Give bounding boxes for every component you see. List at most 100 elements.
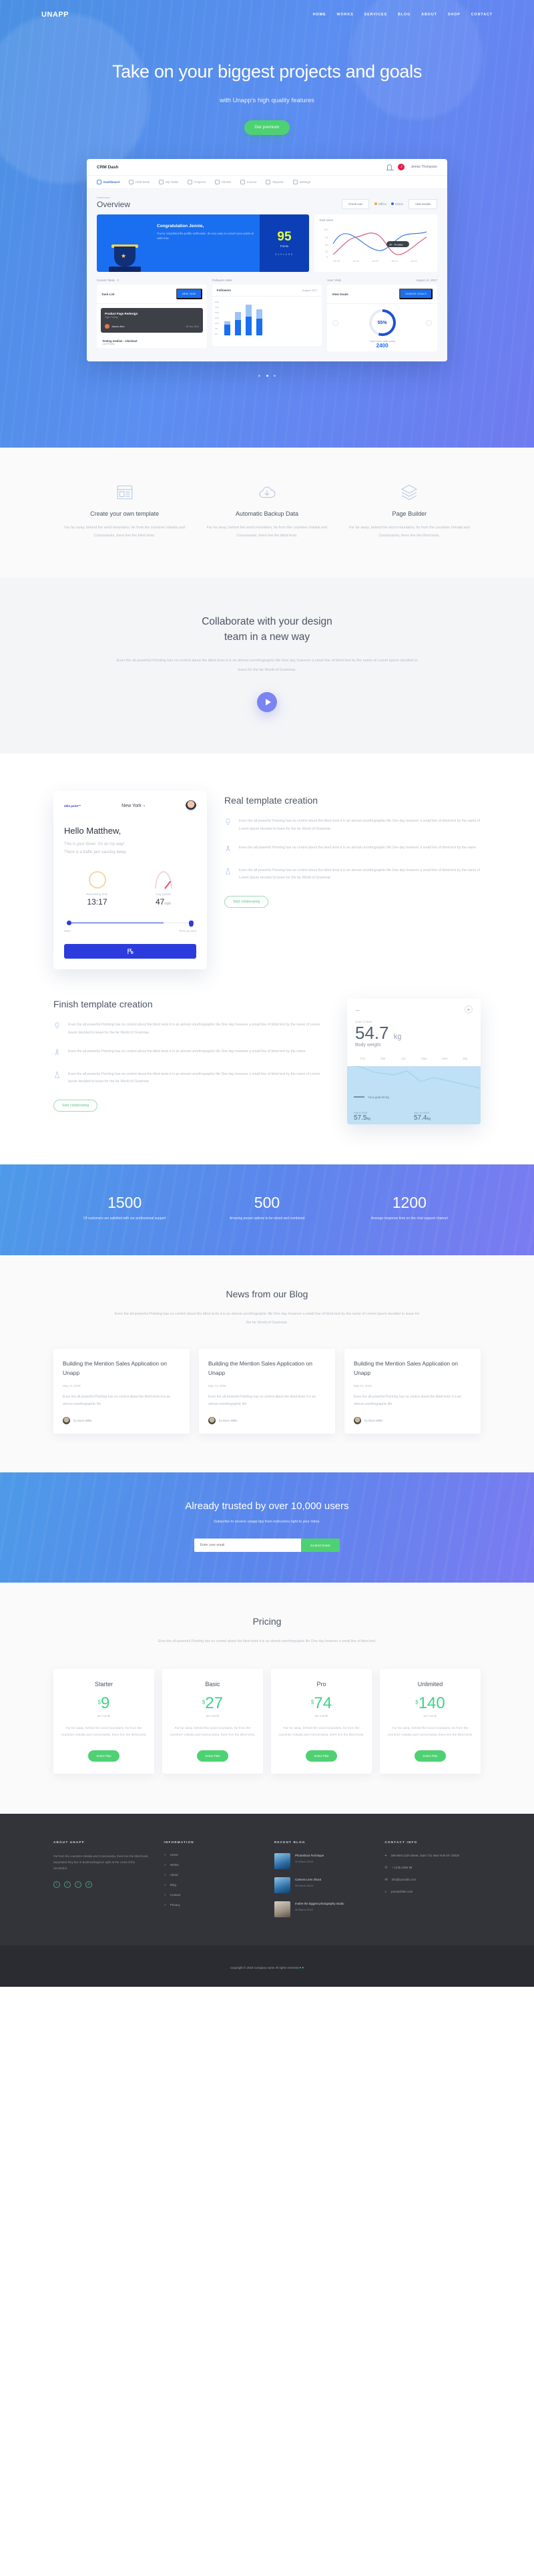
notification-bell-icon[interactable] [386,164,394,170]
list-item[interactable]: ⌕ yourwebsite.com [385,1889,481,1895]
mockup-tab-projects[interactable]: Projects [188,180,206,184]
weight-card-topbar: ← + [347,999,481,1014]
footer-link[interactable]: Privacy [170,1903,180,1907]
list-item[interactable]: ✓ About [164,1873,260,1877]
mockup-tab-dashboard[interactable]: Dashboard [97,180,119,184]
phone-cta-button[interactable] [64,944,196,959]
view-goals-card: View Goals CHANGE GOALS ‹ › 55% Total us… [327,285,438,351]
list-item[interactable]: ✓ Works [164,1863,260,1867]
mockup-tab-settings[interactable]: Settings [292,180,310,184]
explore-link[interactable]: EXPLORE [275,253,293,256]
mockup-tab-helddesk[interactable]: Held Desk [129,180,150,184]
footer-post[interactable]: Camera Lens Shoot 30 March 2018 [274,1877,370,1893]
users-icon [214,180,220,184]
mockup-tab-reports[interactable]: Reports [266,180,284,184]
feature-title: Page Builder [392,510,427,517]
subscribe-button[interactable]: SUBSCRIBE [300,1539,340,1553]
blog-card[interactable]: Building the Mention Sales Application o… [199,1349,335,1434]
dribbble-icon[interactable]: d [85,1881,92,1888]
list-item[interactable]: ✓ Privacy [164,1903,260,1907]
remaining-time-stat: Remaining time 13:17 [64,870,130,907]
get-premium-button[interactable]: Get premium [244,120,290,135]
blog-date: May 12, 2018 [63,1384,81,1388]
select-plan-button[interactable]: Select Plan [415,1750,446,1762]
email-input[interactable] [194,1539,301,1553]
task-item-active[interactable]: Product Page Redesign High Priority Jame… [101,308,203,333]
blog-card[interactable]: Building the Mention Sales Application o… [344,1349,481,1434]
select-plan-button[interactable]: Select Plan [197,1750,228,1762]
footer-link[interactable]: Blog [170,1883,176,1887]
task-item[interactable]: Testing median - checkout Low Priority [101,337,203,348]
blog-date: May 12, 2018 [208,1384,226,1388]
start-collaborating-button[interactable]: Start collaborating [224,896,269,908]
check-now-button[interactable]: Check now [342,199,369,209]
plan-desc: Far far away, behind the word mountains,… [387,1726,473,1738]
footer-link[interactable]: Works [170,1863,179,1867]
stat-text: Average response time on live chat suppo… [370,1216,448,1221]
x-tick: Jan 20 [372,260,378,263]
facebook-icon[interactable]: f [64,1881,71,1888]
nav-item-works[interactable]: WORKS [336,13,353,17]
legend-online: Online [390,202,403,206]
blog-card[interactable]: Building the Mention Sales Application o… [53,1349,190,1434]
footer-post[interactable]: Imahe the biggest photography studio 30 … [274,1901,370,1917]
copyright-bar: Copyright © 2018 Company name All rights… [0,1945,534,1987]
mockup-tab-invoice[interactable]: Invoice [240,180,256,184]
pricing-heading: Pricing [252,1616,282,1627]
twitter-icon[interactable]: t [53,1881,60,1888]
nav-item-services[interactable]: SERVICES [364,13,387,17]
instagram-icon[interactable]: i [75,1881,81,1888]
start-collaborating-button[interactable]: Start collaborating [53,1099,98,1112]
chevron-left-icon[interactable]: ‹ [332,320,339,326]
footer-post[interactable]: Photoshoot Technique 30 March 2018 [274,1853,370,1869]
plan-price: $140 [386,1695,474,1712]
stat-number: 1200 [392,1193,427,1211]
feature-text: Even the all-powerful Pointing has no co… [239,868,481,880]
change-goals-button[interactable]: CHANGE GOALS [399,289,433,299]
list-item[interactable]: ✓ Home [164,1853,260,1857]
goal-legend: Your goal 50 kg [354,1096,389,1099]
footer-link[interactable]: Home [170,1853,178,1857]
nav-item-home[interactable]: HOME [313,13,326,17]
nav-item-about[interactable]: ABOUT [421,13,437,17]
select-plan-button[interactable]: Select Plan [306,1750,337,1762]
site-logo[interactable]: UNAPP [41,11,69,19]
chevron-right-icon[interactable]: › [426,320,433,326]
visits-date[interactable]: August 12, 2017 [416,279,437,282]
total-sales-title: Total Sales [319,218,334,222]
nav-item-shop[interactable]: SHOP [448,13,461,17]
feature-item: Even the all-powerful Pointing has no co… [53,1071,330,1086]
footer-link[interactable]: About [170,1873,178,1877]
avatar[interactable]: J [398,164,405,170]
pricing-card-unlimited: Unlimited $140 per month Far far away, b… [380,1668,481,1774]
footer-link[interactable]: Contact [170,1893,181,1897]
add-icon[interactable]: + [465,1005,473,1014]
mockup-tab-clients[interactable]: Clients [214,180,231,184]
new-task-button[interactable]: NEW TASK [176,289,202,299]
carousel-dot[interactable] [273,375,276,377]
phone-city-selector[interactable]: New York ▾ [121,804,145,808]
list-item[interactable]: ✉ info@yoursite.com [385,1877,481,1883]
pricing-lead: Even the all-powerful Pointing has no co… [158,1639,376,1644]
mockup-body: Dashboard Overview Check now Offline Onl… [87,189,447,361]
list-item: ⌖ 198 West 21th Street, Suite 721 New Yor… [385,1853,481,1859]
avatar [354,1417,361,1425]
nav-item-contact[interactable]: CONTACT [471,13,493,17]
trip-progress-slider[interactable] [64,920,196,927]
nav-item-blog[interactable]: BLOG [398,13,411,17]
plan-period: per month [423,1714,437,1718]
view-details-button[interactable]: View Details [409,199,437,209]
carousel-dot-active[interactable] [266,375,268,377]
list-item[interactable]: ✓ Blog [164,1883,260,1887]
author-name: by Dave Miller [219,1419,238,1423]
play-video-button[interactable] [257,692,277,713]
back-arrow-icon[interactable]: ← [355,1006,361,1013]
list-item[interactable]: ✓ Contact [164,1893,260,1897]
mockup-tab-mytasks[interactable]: My Tasks [159,180,178,184]
footer-contact-list: ⌖ 198 West 21th Street, Suite 721 New Yor… [385,1853,481,1895]
carousel-dot[interactable] [258,375,261,377]
select-plan-button[interactable]: Select Plan [88,1750,119,1762]
trophy-icon: ★ [97,214,154,272]
followers-date[interactable]: August 2017 [302,289,317,292]
list-item[interactable]: ✆ + 1235 2355 98 [385,1865,481,1871]
